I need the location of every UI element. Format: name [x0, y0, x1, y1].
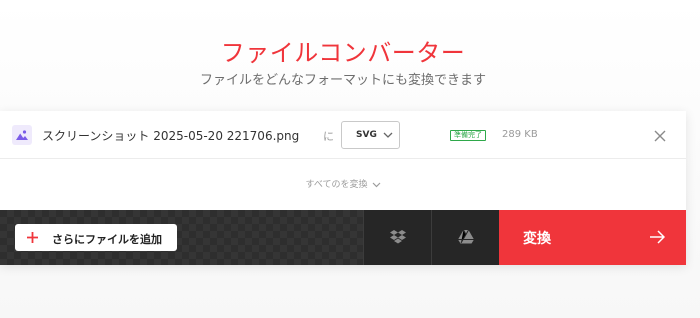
format-select[interactable]: SVG [341, 121, 400, 149]
file-row: スクリーンショット 2025-05-20 221706.png に SVG 準備… [0, 111, 686, 159]
google-drive-icon [458, 229, 474, 244]
convert-label: 変換 [523, 231, 551, 247]
status-badge: 準備完了 [450, 130, 486, 141]
arrow-right-icon [650, 230, 665, 244]
image-icon [12, 125, 32, 145]
convert-all-label: すべてのを変換 [305, 180, 368, 190]
google-drive-button[interactable] [431, 210, 499, 265]
plus-icon [27, 232, 38, 243]
file-size: 289 KB [502, 129, 538, 140]
page: ファイルコンバーター ファイルをどんなフォーマットにも変換できます スクリーンシ… [0, 0, 700, 318]
chevron-down-icon [383, 132, 393, 138]
chevron-down-icon [372, 182, 380, 188]
convert-all-toggle[interactable]: すべてのを変換 [0, 177, 686, 190]
dropbox-button[interactable] [363, 210, 431, 265]
action-bar: さらにファイルを追加 変換 [0, 210, 686, 265]
add-files-label: さらにファイルを追加 [52, 233, 162, 246]
page-title: ファイルコンバーター [220, 39, 466, 67]
to-label: に [323, 130, 334, 143]
dropbox-icon [390, 230, 406, 244]
close-icon[interactable] [652, 128, 668, 144]
convert-button[interactable]: 変換 [499, 210, 686, 265]
add-files-button[interactable]: さらにファイルを追加 [15, 224, 177, 251]
file-name: スクリーンショット 2025-05-20 221706.png [42, 129, 300, 143]
page-subtitle: ファイルをどんなフォーマットにも変換できます [199, 73, 486, 88]
format-value: SVG [356, 130, 377, 140]
